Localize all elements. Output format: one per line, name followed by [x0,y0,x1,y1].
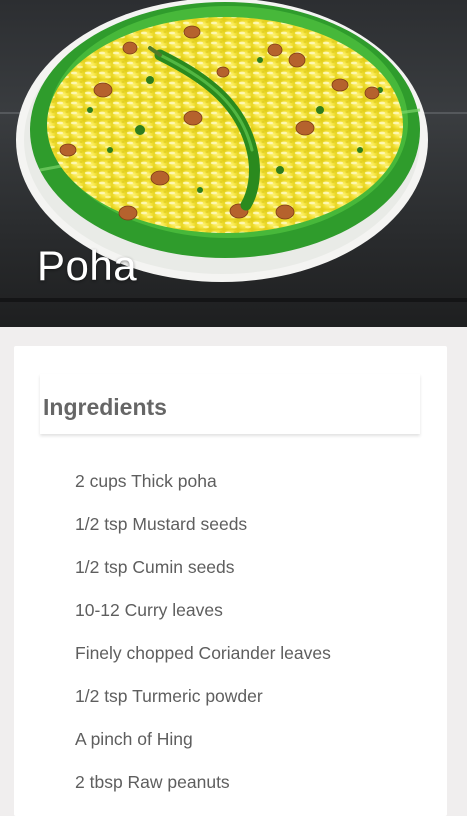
ingredients-heading: Ingredients [43,394,167,420]
recipe-hero-image: Poha [0,0,467,327]
ingredient-item: A pinch of Hing [75,729,193,749]
ingredient-item: Finely chopped Coriander leaves [75,643,331,663]
ingredient-item: 1/2 tsp Turmeric powder [75,686,263,706]
ingredient-item: 1/2 tsp Mustard seeds [75,514,248,534]
ingredient-item: 2 tbsp Raw peanuts [75,772,230,792]
ingredient-item: 1/2 tsp Cumin seeds [75,557,235,577]
poha-mound [47,17,403,233]
ingredients-header: Ingredients [40,374,420,434]
ingredient-item: 10-12 Curry leaves [75,600,223,620]
ingredient-item: 2 cups Thick poha [75,471,217,491]
ingredients-card: Ingredients 2 cups Thick poha 1/2 tsp Mu… [14,346,447,816]
ingredients-list: 2 cups Thick poha 1/2 tsp Mustard seeds … [75,470,331,814]
recipe-title: Poha [37,242,138,289]
